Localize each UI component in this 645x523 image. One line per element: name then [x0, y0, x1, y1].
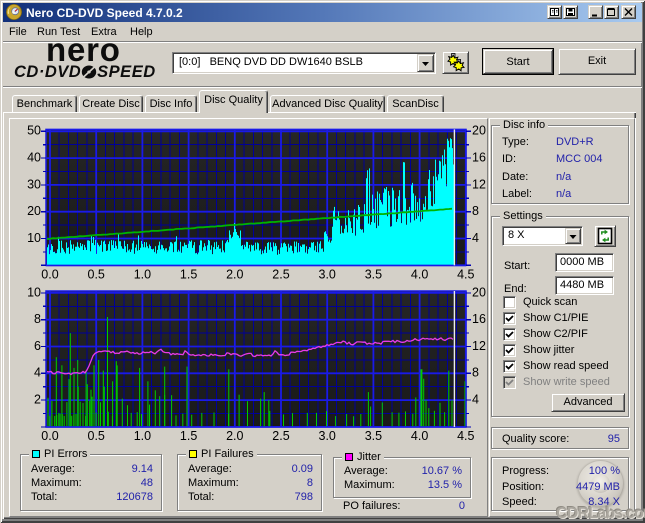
- svg-text:4.0: 4.0: [411, 429, 428, 443]
- svg-text:2.0: 2.0: [226, 429, 243, 443]
- svg-text:0.5: 0.5: [88, 268, 105, 282]
- svg-text:2.0: 2.0: [226, 268, 243, 282]
- svg-text:4.0: 4.0: [411, 268, 428, 282]
- svg-text:0.0: 0.0: [41, 429, 58, 443]
- svg-text:1.5: 1.5: [180, 429, 197, 443]
- svg-text:0.0: 0.0: [41, 268, 58, 282]
- svg-text:40: 40: [27, 151, 41, 165]
- svg-text:2.5: 2.5: [272, 268, 289, 282]
- svg-text:30: 30: [27, 177, 41, 191]
- svg-text:4: 4: [472, 393, 479, 407]
- svg-text:3.5: 3.5: [365, 268, 382, 282]
- svg-text:20: 20: [472, 285, 486, 299]
- svg-text:16: 16: [472, 312, 486, 326]
- svg-text:8: 8: [34, 312, 41, 326]
- svg-text:4.5: 4.5: [457, 429, 474, 443]
- svg-text:50: 50: [27, 124, 41, 138]
- svg-text:10: 10: [27, 285, 41, 299]
- svg-text:3.5: 3.5: [365, 429, 382, 443]
- svg-text:20: 20: [472, 124, 486, 138]
- svg-text:16: 16: [472, 151, 486, 165]
- svg-text:1.5: 1.5: [180, 268, 197, 282]
- svg-text:1.0: 1.0: [134, 268, 151, 282]
- svg-text:4: 4: [34, 366, 41, 380]
- svg-text:3.0: 3.0: [319, 268, 336, 282]
- svg-text:4: 4: [472, 231, 479, 245]
- svg-text:12: 12: [472, 339, 486, 353]
- svg-text:8: 8: [472, 204, 479, 218]
- svg-text:20: 20: [27, 204, 41, 218]
- svg-text:4.5: 4.5: [457, 268, 474, 282]
- svg-text:10: 10: [27, 231, 41, 245]
- svg-text:1.0: 1.0: [134, 429, 151, 443]
- svg-text:8: 8: [472, 366, 479, 380]
- svg-text:0.5: 0.5: [88, 429, 105, 443]
- svg-text:6: 6: [34, 339, 41, 353]
- svg-text:12: 12: [472, 177, 486, 191]
- svg-text:2: 2: [34, 393, 41, 407]
- svg-text:2.5: 2.5: [272, 429, 289, 443]
- svg-text:3.0: 3.0: [319, 429, 336, 443]
